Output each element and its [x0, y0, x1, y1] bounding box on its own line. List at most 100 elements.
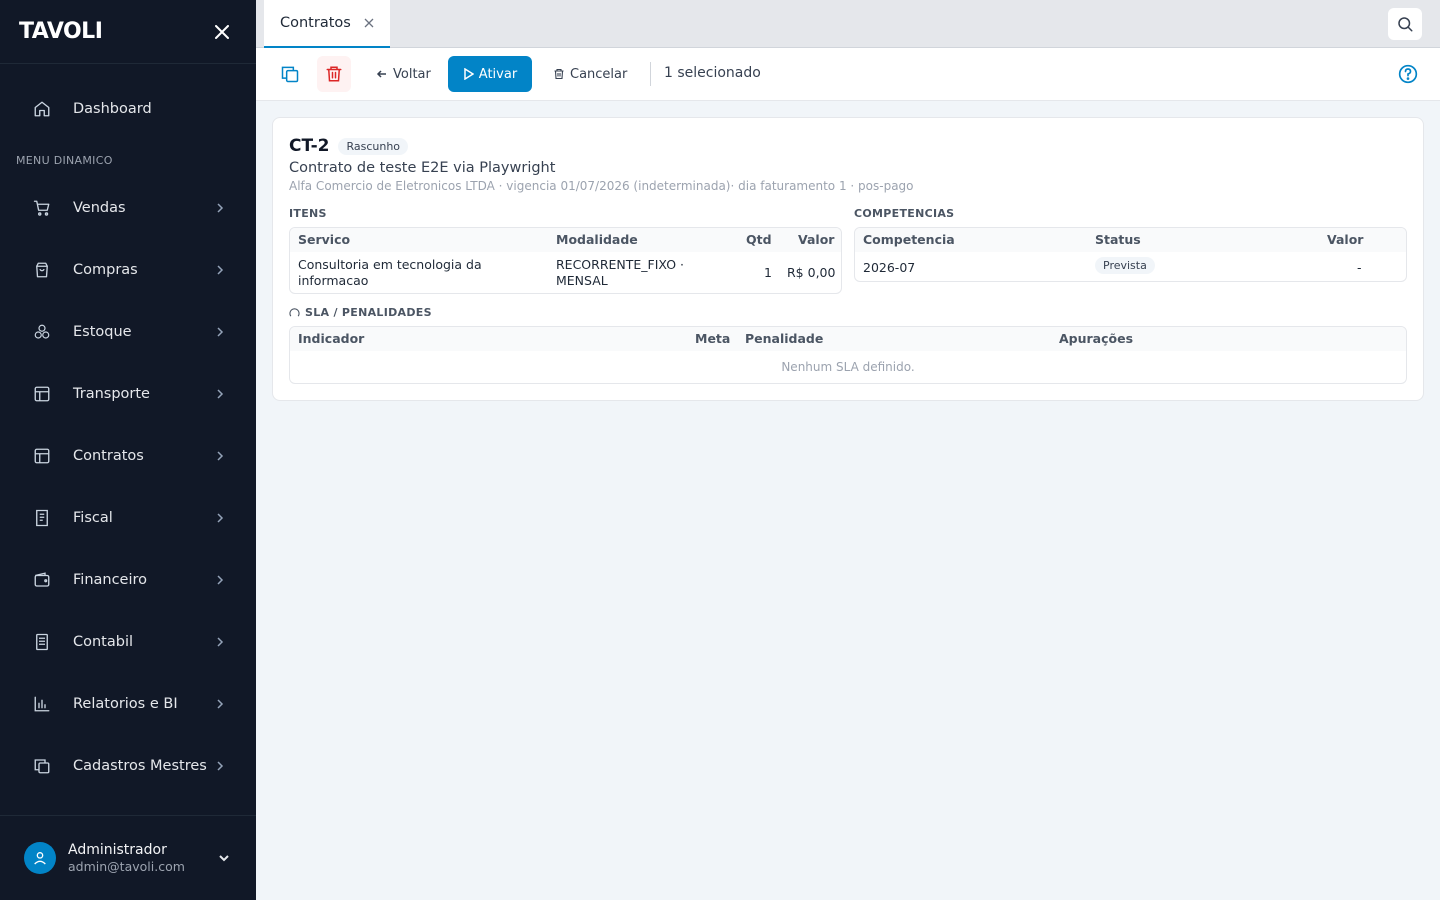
layout-icon	[32, 384, 52, 404]
sidebar-item-label: Vendas	[73, 200, 126, 216]
sidebar-item-contratos[interactable]: Contratos	[16, 435, 240, 477]
empty-state-text: Nenhum SLA definido.	[781, 360, 915, 374]
close-icon	[215, 24, 229, 39]
user-email: admin@tavoli.com	[68, 859, 185, 874]
play-icon	[464, 68, 474, 80]
column-header-competencia: Competencia	[863, 232, 955, 247]
activate-button-label: Ativar	[478, 66, 518, 82]
chevron-right-icon	[217, 513, 224, 523]
sidebar-item-financeiro[interactable]: Financeiro	[16, 559, 240, 601]
sidebar-item-label: Cadastros Mestres	[73, 758, 207, 774]
arrow-left-icon	[376, 70, 386, 78]
sidebar: TAVOLI Dashboard MENU DINAMICO Vendas Co…	[0, 0, 256, 900]
contract-code: CT-2	[289, 136, 330, 156]
chevron-right-icon	[217, 327, 224, 337]
sidebar-item-cadastros-mestres[interactable]: Cadastros Mestres	[16, 745, 240, 787]
user-menu[interactable]: Administrador admin@tavoli.com	[0, 815, 256, 900]
copy-icon	[281, 66, 299, 83]
chevron-right-icon	[217, 265, 224, 275]
sla-section-title: SLA / PENALIDADES	[289, 306, 432, 319]
sidebar-item-compras[interactable]: Compras	[16, 249, 240, 291]
competencias-table: Competencia Status Valor 2026-07 Previst…	[854, 227, 1407, 282]
close-sidebar-button[interactable]	[212, 22, 232, 42]
column-header-measurements: Apurações	[1059, 331, 1134, 346]
column-header-goal: Meta	[695, 331, 731, 346]
sla-section-label: SLA / PENALIDADES	[305, 306, 432, 319]
column-header-value: Valor	[798, 232, 835, 247]
cancel-button-label: Cancelar	[570, 66, 628, 82]
chevron-right-icon	[217, 699, 224, 709]
sla-table: Indicador Meta Penalidade Apurações Nenh…	[289, 326, 1407, 384]
cell-qty: 1	[764, 265, 772, 280]
activate-button[interactable]: Ativar	[448, 56, 532, 92]
selection-count: 1 selecionado	[664, 65, 761, 81]
column-header-modality: Modalidade	[556, 232, 638, 247]
items-table: Servico Modalidade Qtd Valor Consultoria…	[289, 227, 842, 294]
tab-contratos[interactable]: Contratos	[264, 0, 390, 48]
sidebar-item-label: Estoque	[73, 324, 132, 340]
cart-icon	[32, 198, 52, 218]
sidebar-item-vendas[interactable]: Vendas	[16, 187, 240, 229]
brand-logo: TAVOLI	[19, 19, 103, 44]
sidebar-item-label: Contratos	[73, 448, 144, 464]
sidebar-item-transporte[interactable]: Transporte	[16, 373, 240, 415]
cell-service-line2: informacao	[298, 273, 369, 288]
sidebar-item-label: Contabil	[73, 634, 134, 650]
contract-description: Contrato de teste E2E via Playwright	[289, 160, 556, 176]
sidebar-item-label: Relatorios e BI	[73, 696, 178, 712]
cell-value: R$ 0,00	[787, 265, 836, 280]
chevron-right-icon	[217, 575, 224, 585]
trash-icon	[326, 66, 342, 82]
column-header-qty: Qtd	[746, 232, 772, 247]
column-header-value: Valor	[1327, 232, 1364, 247]
column-header-status: Status	[1095, 232, 1141, 247]
sidebar-item-contabil[interactable]: Contabil	[16, 621, 240, 663]
bag-icon	[32, 260, 52, 280]
cancel-button[interactable]: Cancelar	[553, 63, 627, 85]
search-button[interactable]	[1388, 8, 1422, 40]
close-icon	[364, 18, 374, 28]
sidebar-item-estoque[interactable]: Estoque	[16, 311, 240, 353]
back-button[interactable]: Voltar	[376, 63, 431, 85]
contract-card: CT-2 Rascunho Contrato de teste E2E via …	[272, 117, 1424, 401]
sidebar-item-label: Compras	[73, 262, 138, 278]
avatar	[24, 842, 56, 874]
sidebar-item-label: Dashboard	[73, 101, 152, 117]
cell-value: -	[1357, 260, 1362, 275]
duplicate-button[interactable]	[278, 62, 302, 86]
ledger-icon	[32, 632, 52, 652]
column-header-penalty: Penalidade	[745, 331, 824, 346]
sidebar-item-label: Transporte	[73, 386, 150, 402]
tab-bar: Contratos	[256, 0, 1440, 48]
sidebar-header: TAVOLI	[0, 0, 256, 64]
back-button-label: Voltar	[393, 66, 431, 82]
sidebar-item-label: Fiscal	[73, 510, 113, 526]
items-section-title: ITENS	[289, 207, 327, 220]
contract-meta: Alfa Comercio de Eletronicos LTDA · vige…	[289, 179, 914, 193]
delete-button[interactable]	[317, 56, 351, 92]
chevron-down-icon[interactable]	[216, 850, 232, 866]
sidebar-item-label: Financeiro	[73, 572, 148, 588]
sidebar-item-dashboard[interactable]: Dashboard	[16, 88, 240, 130]
sidebar-item-relatorios-e-bi[interactable]: Relatorios e BI	[16, 683, 240, 725]
chevron-right-icon	[217, 389, 224, 399]
layout-icon	[32, 446, 52, 466]
sidebar-item-fiscal[interactable]: Fiscal	[16, 497, 240, 539]
contract-header: CT-2 Rascunho	[289, 136, 409, 156]
cell-modality-line1: RECORRENTE_FIXO ·	[556, 257, 684, 272]
close-tab-button[interactable]	[364, 17, 376, 29]
boxes-icon	[32, 322, 52, 342]
competencias-section-title: COMPETENCIAS	[854, 207, 955, 220]
trash-icon	[554, 68, 564, 80]
gauge-icon	[289, 308, 300, 317]
menu-section-title: MENU DINAMICO	[16, 154, 113, 167]
chevron-right-icon	[217, 761, 224, 771]
user-icon	[34, 852, 46, 865]
user-info: Administrador admin@tavoli.com	[68, 842, 185, 874]
chevron-right-icon	[217, 637, 224, 647]
status-badge: Prevista	[1095, 257, 1155, 274]
user-name: Administrador	[68, 842, 167, 858]
chevron-right-icon	[217, 203, 224, 213]
help-icon[interactable]	[1398, 64, 1418, 84]
toolbar: Voltar Ativar Cancelar 1 selecionado	[256, 48, 1440, 101]
